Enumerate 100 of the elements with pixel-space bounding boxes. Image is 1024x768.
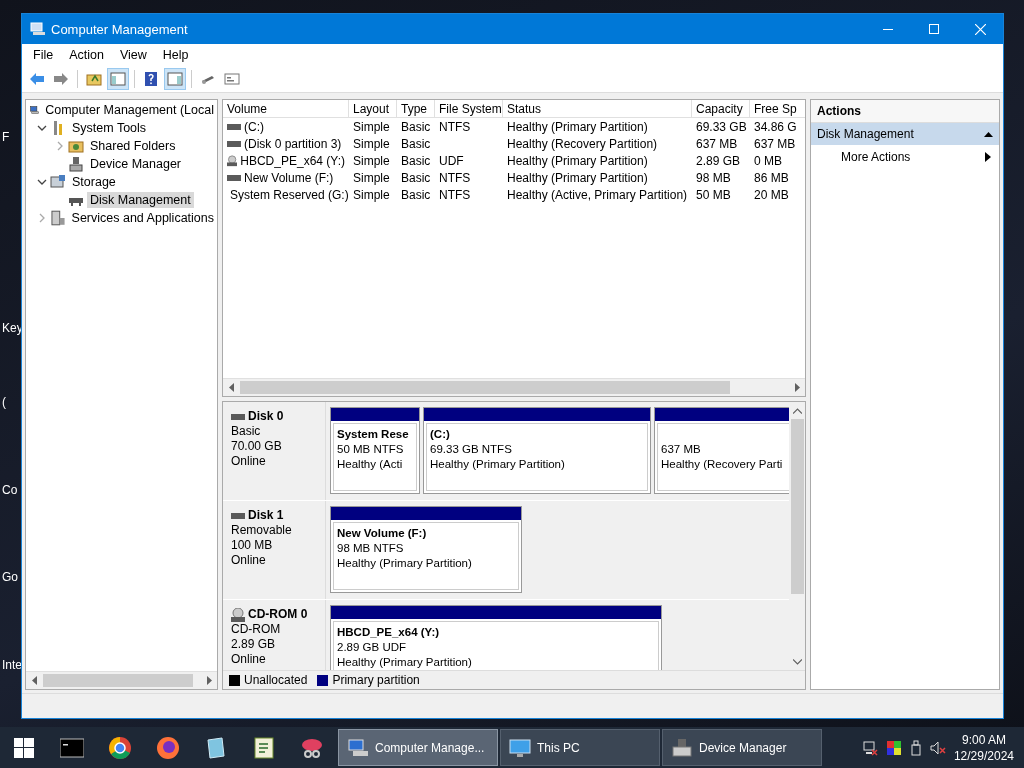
tree-item[interactable]: Computer Management (Local bbox=[42, 102, 217, 118]
usb-drive-icon[interactable] bbox=[909, 739, 922, 756]
scroll-right-icon[interactable] bbox=[793, 383, 800, 392]
column-header[interactable]: Layout bbox=[349, 100, 397, 118]
table-cell: (C:) bbox=[244, 119, 264, 134]
table-cell: New Volume (F:) bbox=[244, 170, 334, 185]
partition-block[interactable]: HBCD_PE_x64 (Y:) 2.89 GB UDF Healthy (Primary Partition) bbox=[330, 605, 662, 670]
scroll-left-icon[interactable] bbox=[31, 676, 38, 685]
window-title: Computer Management bbox=[51, 21, 189, 37]
action-pane-icon bbox=[167, 71, 183, 87]
tree-item[interactable]: Storage bbox=[69, 174, 119, 190]
legend-label: Unallocated bbox=[244, 673, 308, 687]
browser-icon bbox=[108, 735, 132, 760]
partition-block[interactable]: System Rese 50 MB NTFS Healthy (Acti bbox=[330, 407, 420, 494]
horizontal-scrollbar[interactable] bbox=[26, 671, 217, 689]
partition-block[interactable]: 637 MB Healthy (Recovery Parti bbox=[654, 407, 789, 494]
maximize-icon bbox=[929, 24, 939, 34]
partition-status: Healthy (Primary Partition) bbox=[337, 557, 472, 569]
tree-item[interactable]: Device Manager bbox=[87, 156, 184, 172]
scroll-down-icon[interactable] bbox=[792, 658, 802, 665]
partition-size: 50 MB NTFS bbox=[337, 443, 404, 455]
menu-item[interactable]: File bbox=[25, 46, 62, 64]
partition-name: System Rese bbox=[337, 428, 409, 440]
tree-item[interactable]: Shared Folders bbox=[87, 138, 179, 154]
table-cell: 34.86 G bbox=[754, 119, 797, 134]
menu-item[interactable]: Help bbox=[154, 46, 197, 64]
column-header[interactable]: Free Sp bbox=[750, 100, 805, 118]
disk-size: 2.89 GB bbox=[231, 637, 277, 652]
table-cell: Basic bbox=[401, 136, 431, 151]
taskbar-button[interactable]: Device Manager bbox=[662, 729, 822, 766]
tree-item[interactable]: Disk Management bbox=[87, 192, 194, 208]
partition-size: 637 MB bbox=[661, 443, 701, 455]
table-cell: (Disk 0 partition 3) bbox=[244, 136, 342, 151]
partition-size: 69.33 GB NTFS bbox=[430, 443, 512, 455]
table-cell: 2.89 GB bbox=[696, 153, 741, 168]
actions-section[interactable]: Disk Management bbox=[811, 123, 999, 145]
partition-size: 2.89 GB UDF bbox=[337, 641, 407, 653]
column-header[interactable]: Type bbox=[397, 100, 435, 118]
table-cell: 637 MB bbox=[754, 136, 796, 151]
disk-name: Disk 0 bbox=[248, 409, 284, 424]
disk-size: 100 MB bbox=[231, 538, 274, 553]
device-icon bbox=[671, 737, 693, 758]
scroll-thumb[interactable] bbox=[240, 381, 730, 394]
folder-icon bbox=[86, 71, 102, 87]
partition-block[interactable]: New Volume (F:) 98 MB NTFS Healthy (Primary Partition) bbox=[330, 506, 522, 593]
scroll-thumb[interactable] bbox=[790, 419, 804, 594]
desktop-icon-label[interactable]: Co bbox=[2, 483, 18, 497]
vertical-scrollbar[interactable] bbox=[789, 402, 805, 670]
partition-block[interactable]: (C:) 69.33 GB NTFS Healthy (Primary Partition) bbox=[423, 407, 651, 494]
monitor-icon bbox=[509, 737, 531, 758]
column-header[interactable]: Volume bbox=[223, 100, 349, 118]
clock-time[interactable]: 9:00 AM bbox=[953, 731, 1014, 748]
table-cell: Simple bbox=[353, 153, 390, 168]
horizontal-scrollbar[interactable] bbox=[223, 378, 805, 396]
disk-name: Disk 1 bbox=[248, 508, 284, 523]
speaker-muted-icon[interactable] bbox=[929, 739, 946, 756]
drive-icon bbox=[231, 413, 245, 420]
menu-item[interactable]: View bbox=[111, 46, 155, 64]
scroll-right-icon[interactable] bbox=[205, 676, 212, 685]
properties-icon bbox=[224, 71, 240, 87]
taskbar-button[interactable]: Computer Manage... bbox=[338, 729, 498, 766]
services-icon bbox=[50, 210, 66, 226]
column-header[interactable]: File System bbox=[435, 100, 503, 118]
network-icon[interactable] bbox=[861, 739, 878, 756]
desktop-icon-label[interactable]: F bbox=[2, 130, 10, 144]
drive-icon bbox=[227, 140, 241, 147]
color-grid-icon[interactable] bbox=[885, 739, 902, 756]
terminal-icon bbox=[60, 737, 84, 758]
table-cell: Healthy (Primary Partition) bbox=[507, 119, 648, 134]
desktop-icon-label[interactable]: Go bbox=[2, 570, 18, 584]
menu-item[interactable]: Action bbox=[61, 46, 112, 64]
collapse-icon[interactable] bbox=[984, 131, 993, 137]
scroll-thumb[interactable] bbox=[43, 674, 193, 687]
tree-item[interactable]: System Tools bbox=[69, 120, 150, 136]
table-cell: 20 MB bbox=[754, 187, 789, 202]
tree-item[interactable]: Services and Applications bbox=[68, 210, 217, 226]
disk-type: Basic bbox=[231, 424, 262, 439]
taskbar-button[interactable]: This PC bbox=[500, 729, 660, 766]
scroll-left-icon[interactable] bbox=[228, 383, 235, 392]
action-item[interactable]: More Actions bbox=[811, 145, 999, 169]
desktop-icon-label[interactable]: ( bbox=[2, 395, 6, 409]
column-header[interactable]: Status bbox=[503, 100, 692, 118]
scroll-up-icon[interactable] bbox=[792, 407, 802, 414]
table-cell: HBCD_PE_x64 (Y:) bbox=[240, 153, 345, 168]
disk-status: Online bbox=[231, 553, 267, 568]
console-tree-icon bbox=[110, 71, 126, 87]
drive-icon bbox=[227, 174, 241, 181]
partition-name: (C:) bbox=[430, 428, 450, 440]
table-cell: NTFS bbox=[439, 119, 471, 134]
column-header[interactable]: Capacity bbox=[692, 100, 750, 118]
disk-type: Removable bbox=[231, 523, 293, 538]
table-cell: Basic bbox=[401, 170, 431, 185]
table-cell: Simple bbox=[353, 187, 390, 202]
desktop-icon-label[interactable]: Inte bbox=[2, 658, 22, 672]
console-tree-button[interactable] bbox=[107, 68, 129, 90]
forward-arrow-icon bbox=[53, 71, 69, 87]
cd-drive-icon bbox=[227, 153, 238, 168]
pane-title: Actions bbox=[817, 104, 861, 118]
storage-icon bbox=[50, 174, 66, 190]
clock-date[interactable]: 12/29/2024 bbox=[953, 747, 1014, 764]
